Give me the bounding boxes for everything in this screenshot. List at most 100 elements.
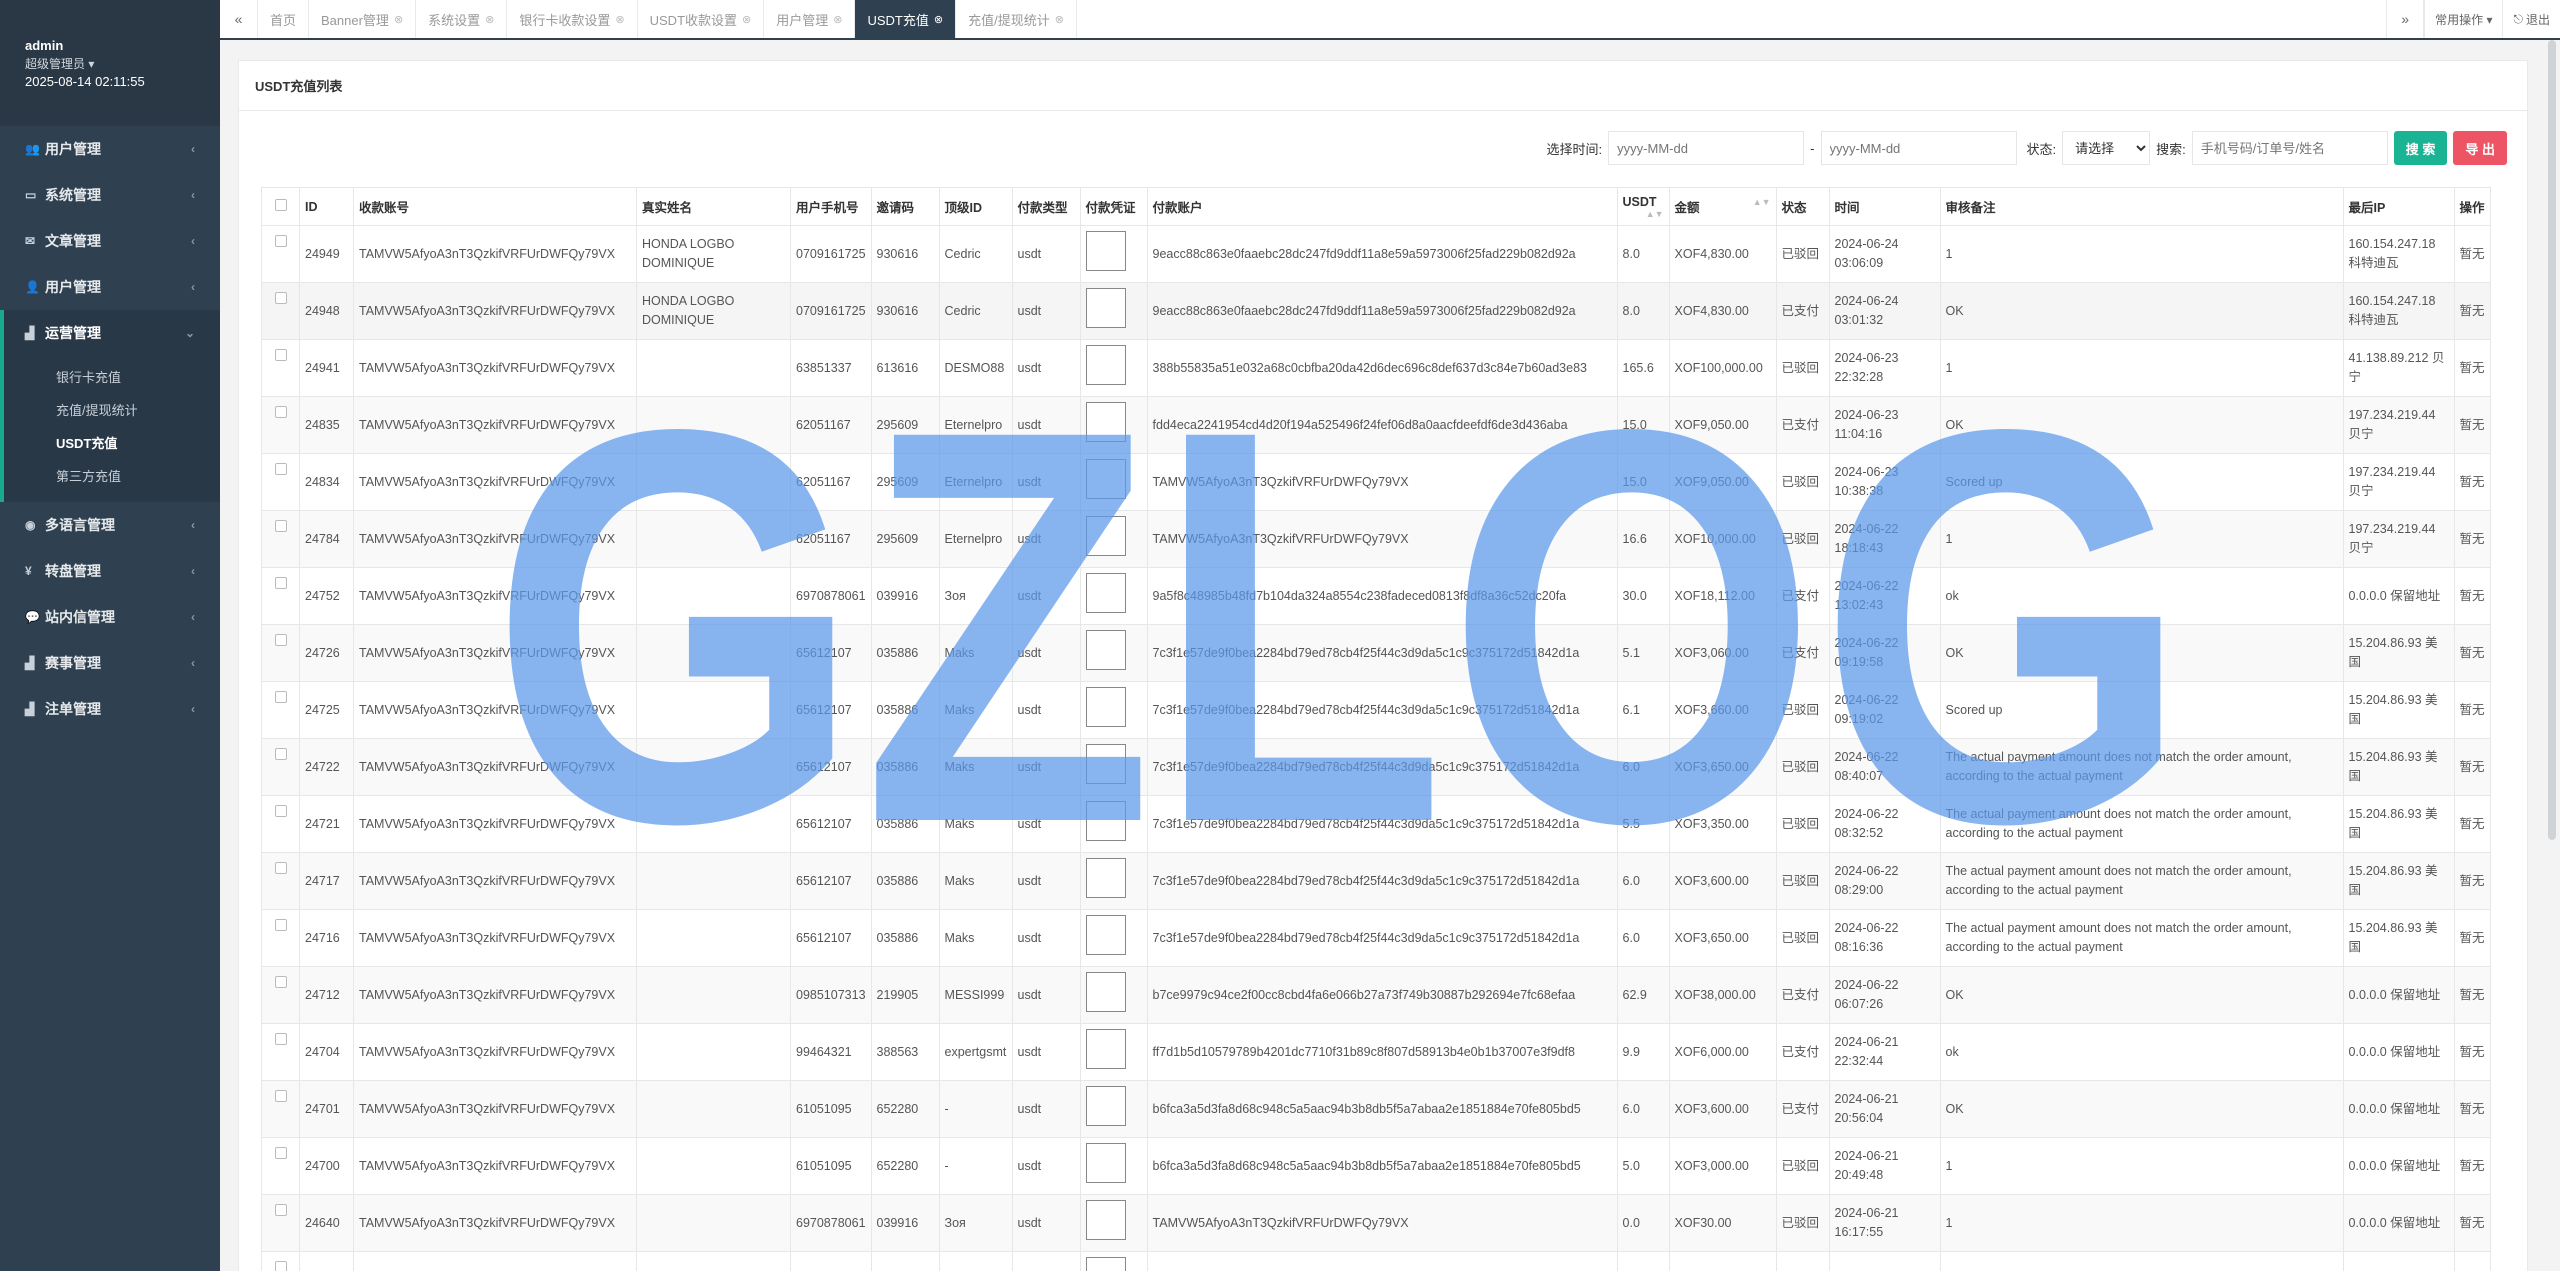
row-checkbox[interactable]	[274, 1147, 287, 1159]
sidebar-item-link[interactable]: ▟ 运营管理 ⌄	[4, 310, 220, 356]
payment-proof-image[interactable]	[1085, 687, 1126, 727]
row-checkbox[interactable]	[274, 976, 287, 988]
table-row[interactable]: 24948 TAMVW5AfyoA3nT3QzkifVRFUrDWFQy79VX H…	[261, 282, 2491, 340]
tab[interactable]: 银行卡收款设置 ⊗	[507, 0, 638, 38]
submenu-item[interactable]: 第三方充值	[4, 459, 220, 492]
table-cell[interactable]: 暂无	[2453, 225, 2491, 283]
payment-proof-image[interactable]	[1085, 1143, 1126, 1183]
sidebar-item-link[interactable]: ¥ 转盘管理 ‹	[0, 548, 220, 594]
scroll-tabs-right-button[interactable]: »	[2386, 0, 2425, 38]
submenu-item[interactable]: 充值/提现统计	[4, 393, 220, 426]
payment-proof-image[interactable]	[1085, 630, 1126, 670]
start-date-input[interactable]	[1608, 131, 1805, 165]
row-checkbox[interactable]	[274, 862, 287, 874]
table-cell[interactable]: 暂无	[2453, 1080, 2491, 1138]
tab[interactable]: 充值/提现统计 ⊗	[956, 0, 1077, 38]
payment-proof-image[interactable]	[1085, 345, 1126, 385]
payment-proof-image[interactable]	[1085, 1029, 1126, 1069]
table-cell[interactable]: 暂无	[2453, 909, 2491, 967]
row-checkbox[interactable]	[274, 463, 287, 475]
tab[interactable]: 用户管理 ⊗	[764, 0, 856, 38]
table-row[interactable]: 24716 TAMVW5AfyoA3nT3QzkifVRFUrDWFQy79VX 6…	[261, 909, 2491, 967]
tab[interactable]: 系统设置 ⊗	[416, 0, 508, 38]
payment-proof-image[interactable]	[1085, 402, 1126, 442]
row-checkbox[interactable]	[274, 748, 287, 760]
sidebar-item-link[interactable]: 💬 站内信管理 ‹	[0, 594, 220, 640]
end-date-input[interactable]	[1820, 131, 2017, 165]
sidebar-item-link[interactable]: ✉ 文章管理 ‹	[0, 218, 220, 264]
sort-icon[interactable]: ▲▼	[1753, 197, 1771, 207]
row-checkbox[interactable]	[274, 805, 287, 817]
table-row[interactable]: 24701 TAMVW5AfyoA3nT3QzkifVRFUrDWFQy79VX 6…	[261, 1080, 2491, 1138]
table-cell[interactable]: 暂无	[2453, 339, 2491, 397]
sidebar-item-link[interactable]: 👤 用户管理 ‹	[0, 264, 220, 310]
table-row[interactable]: 24712 TAMVW5AfyoA3nT3QzkifVRFUrDWFQy79VX 0…	[261, 966, 2491, 1024]
sidebar-item-link[interactable]: 👥 用户管理 ‹	[0, 126, 220, 172]
row-checkbox[interactable]	[274, 1090, 287, 1102]
table-row[interactable]: 24725 TAMVW5AfyoA3nT3QzkifVRFUrDWFQy79VX 6…	[261, 681, 2491, 739]
close-tab-icon[interactable]: ⊗	[833, 13, 842, 26]
row-checkbox[interactable]	[274, 691, 287, 703]
tab[interactable]: Banner管理 ⊗	[309, 0, 417, 38]
table-cell[interactable]: 暂无	[2453, 282, 2491, 340]
search-button[interactable]: 搜 索	[2393, 131, 2448, 165]
user-role-dropdown[interactable]: 超级管理员 ▾	[25, 55, 195, 72]
sidebar-item-link[interactable]: ▟ 赛事管理 ‹	[0, 640, 220, 686]
payment-proof-image[interactable]	[1085, 915, 1126, 955]
payment-proof-image[interactable]	[1085, 288, 1126, 328]
close-tab-icon[interactable]: ⊗	[1055, 13, 1064, 26]
payment-proof-image[interactable]	[1085, 1200, 1126, 1240]
row-checkbox[interactable]	[274, 1033, 287, 1045]
table-cell[interactable]: 暂无	[2453, 1194, 2491, 1252]
payment-proof-image[interactable]	[1085, 972, 1126, 1012]
row-checkbox[interactable]	[274, 1261, 287, 1271]
export-button[interactable]: 导 出	[2453, 131, 2507, 165]
row-checkbox[interactable]	[274, 577, 287, 589]
table-cell[interactable]: 暂无	[2453, 396, 2491, 454]
tab[interactable]: USDT充值 ⊗	[855, 0, 957, 38]
column-header[interactable]: USDT ▲▼	[1616, 187, 1670, 226]
table-cell[interactable]: 暂无	[2453, 966, 2491, 1024]
row-checkbox[interactable]	[274, 349, 287, 361]
close-tab-icon[interactable]: ⊗	[485, 13, 494, 26]
sort-icon[interactable]: ▲▼	[1646, 209, 1664, 219]
tab[interactable]: USDT收款设置 ⊗	[638, 0, 765, 38]
payment-proof-image[interactable]	[1085, 1257, 1126, 1271]
row-checkbox[interactable]	[274, 406, 287, 418]
table-row[interactable]: 24726 TAMVW5AfyoA3nT3QzkifVRFUrDWFQy79VX 6…	[261, 624, 2491, 682]
scroll-tabs-left-button[interactable]: «	[220, 0, 258, 38]
close-tab-icon[interactable]: ⊗	[615, 13, 624, 26]
table-row[interactable]: 24721 TAMVW5AfyoA3nT3QzkifVRFUrDWFQy79VX 6…	[261, 795, 2491, 853]
table-cell[interactable]: 暂无	[2453, 1137, 2491, 1195]
row-checkbox[interactable]	[274, 235, 287, 247]
select-all-checkbox[interactable]	[274, 199, 287, 211]
table-row[interactable]: 24722 TAMVW5AfyoA3nT3QzkifVRFUrDWFQy79VX 6…	[261, 738, 2491, 796]
row-checkbox[interactable]	[274, 1204, 287, 1216]
table-row[interactable]: 24835 TAMVW5AfyoA3nT3QzkifVRFUrDWFQy79VX 6…	[261, 396, 2491, 454]
sidebar-item-link[interactable]: ▭ 系统管理 ‹	[0, 172, 220, 218]
table-row[interactable]: 24941 TAMVW5AfyoA3nT3QzkifVRFUrDWFQy79VX 6…	[261, 339, 2491, 397]
close-tab-icon[interactable]: ⊗	[934, 13, 943, 26]
table-cell[interactable]: 暂无	[2453, 681, 2491, 739]
payment-proof-image[interactable]	[1085, 744, 1126, 784]
row-checkbox[interactable]	[274, 520, 287, 532]
table-cell[interactable]: 暂无	[2453, 795, 2491, 853]
payment-proof-image[interactable]	[1085, 231, 1126, 271]
payment-proof-image[interactable]	[1085, 1086, 1126, 1126]
table-row[interactable]: 24704 TAMVW5AfyoA3nT3QzkifVRFUrDWFQy79VX 9…	[261, 1023, 2491, 1081]
table-cell[interactable]: 暂无	[2453, 453, 2491, 511]
table-cell[interactable]: 暂无	[2453, 738, 2491, 796]
search-input[interactable]	[2191, 131, 2388, 165]
common-operations-dropdown[interactable]: 常用操作 ▾	[2424, 0, 2502, 38]
submenu-item[interactable]: 银行卡充值	[4, 360, 220, 393]
payment-proof-image[interactable]	[1085, 573, 1126, 613]
username[interactable]: admin	[25, 38, 195, 53]
close-tab-icon[interactable]: ⊗	[394, 13, 403, 26]
payment-proof-image[interactable]	[1085, 516, 1126, 556]
table-cell[interactable]: 暂无	[2453, 510, 2491, 568]
table-row[interactable]: 24717 TAMVW5AfyoA3nT3QzkifVRFUrDWFQy79VX 6…	[261, 852, 2491, 910]
table-cell[interactable]: 暂无	[2453, 1023, 2491, 1081]
close-tab-icon[interactable]: ⊗	[742, 13, 751, 26]
table-row[interactable]: 已驳2024-06-21 0.0.0.0暂	[261, 1251, 2491, 1271]
table-cell[interactable]: 暂无	[2453, 624, 2491, 682]
